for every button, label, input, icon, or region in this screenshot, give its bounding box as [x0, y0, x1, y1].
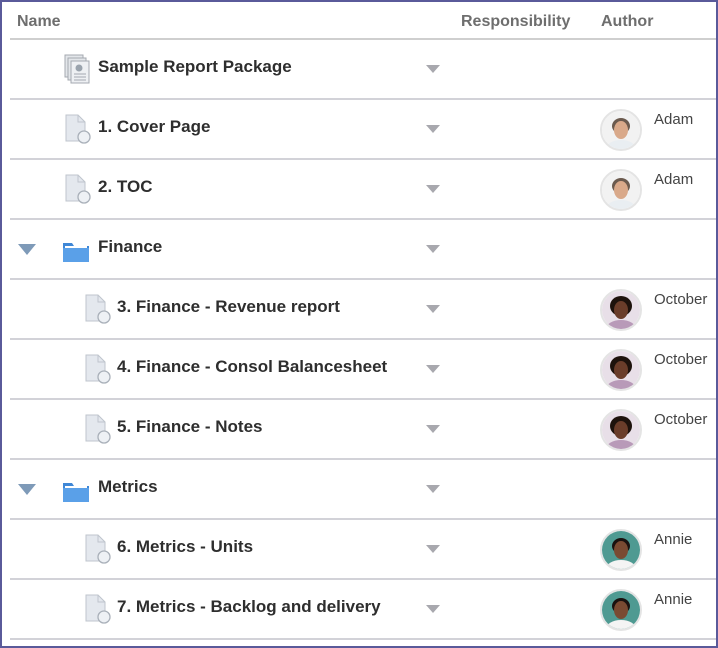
row-title[interactable]: 5. Finance - Notes — [117, 417, 262, 437]
author-name: Adam — [654, 171, 694, 188]
avatar — [600, 409, 642, 451]
document-icon — [84, 354, 112, 389]
author-name: October — [654, 291, 708, 308]
table-row[interactable]: 4. Finance - Consol Balancesheet October — [10, 340, 716, 400]
report-package-icon — [64, 54, 90, 89]
table-bottom-divider — [10, 638, 716, 640]
dropdown-arrow-icon[interactable] — [426, 605, 440, 613]
table-header: Name Responsibility Author — [10, 2, 716, 40]
folder-row[interactable]: Finance — [10, 220, 716, 280]
row-title[interactable]: 1. Cover Page — [98, 117, 210, 137]
avatar — [600, 109, 642, 151]
dropdown-arrow-icon[interactable] — [426, 125, 440, 133]
folder-icon — [62, 240, 90, 269]
document-icon — [84, 414, 112, 449]
package-row[interactable]: Sample Report Package — [10, 40, 716, 100]
report-package-tree: Name Responsibility Author Sample Report… — [0, 0, 718, 648]
author-name: October — [654, 351, 708, 368]
table-row[interactable]: 1. Cover Page Adam — [10, 100, 716, 160]
dropdown-arrow-icon[interactable] — [426, 365, 440, 373]
table-row[interactable]: 6. Metrics - Units Annie — [10, 520, 716, 580]
author-name: Annie — [654, 531, 693, 548]
dropdown-arrow-icon[interactable] — [426, 485, 440, 493]
table-row[interactable]: 5. Finance - Notes October — [10, 400, 716, 460]
table-row[interactable]: 2. TOC Adam — [10, 160, 716, 220]
author-name: October — [654, 411, 708, 428]
avatar — [600, 529, 642, 571]
avatar — [600, 349, 642, 391]
row-title[interactable]: 4. Finance - Consol Balancesheet — [117, 357, 387, 377]
row-title[interactable]: Sample Report Package — [98, 57, 292, 77]
document-icon — [64, 174, 92, 209]
column-header-author[interactable]: Author — [601, 13, 653, 31]
dropdown-arrow-icon[interactable] — [426, 305, 440, 313]
row-title[interactable]: 2. TOC — [98, 177, 152, 197]
table-row[interactable]: 7. Metrics - Backlog and delivery Annie — [10, 580, 716, 640]
column-header-name[interactable]: Name — [17, 13, 61, 31]
table-row[interactable]: 3. Finance - Revenue report October — [10, 280, 716, 340]
collapse-triangle-icon[interactable] — [18, 244, 36, 255]
avatar — [600, 169, 642, 211]
column-header-responsibility[interactable]: Responsibility — [461, 13, 570, 31]
folder-row[interactable]: Metrics — [10, 460, 716, 520]
document-icon — [84, 594, 112, 629]
dropdown-arrow-icon[interactable] — [426, 425, 440, 433]
document-icon — [84, 294, 112, 329]
dropdown-arrow-icon[interactable] — [426, 245, 440, 253]
dropdown-arrow-icon[interactable] — [426, 185, 440, 193]
avatar — [600, 589, 642, 631]
collapse-triangle-icon[interactable] — [18, 484, 36, 495]
folder-icon — [62, 480, 90, 509]
row-title[interactable]: Metrics — [98, 477, 158, 497]
dropdown-arrow-icon[interactable] — [426, 545, 440, 553]
row-title[interactable]: 3. Finance - Revenue report — [117, 297, 340, 317]
author-name: Adam — [654, 111, 694, 128]
row-title[interactable]: 6. Metrics - Units — [117, 537, 253, 557]
author-name: Annie — [654, 591, 693, 608]
dropdown-arrow-icon[interactable] — [426, 65, 440, 73]
row-title[interactable]: Finance — [98, 237, 162, 257]
row-title[interactable]: 7. Metrics - Backlog and delivery — [117, 597, 381, 617]
document-icon — [84, 534, 112, 569]
avatar — [600, 289, 642, 331]
document-icon — [64, 114, 92, 149]
